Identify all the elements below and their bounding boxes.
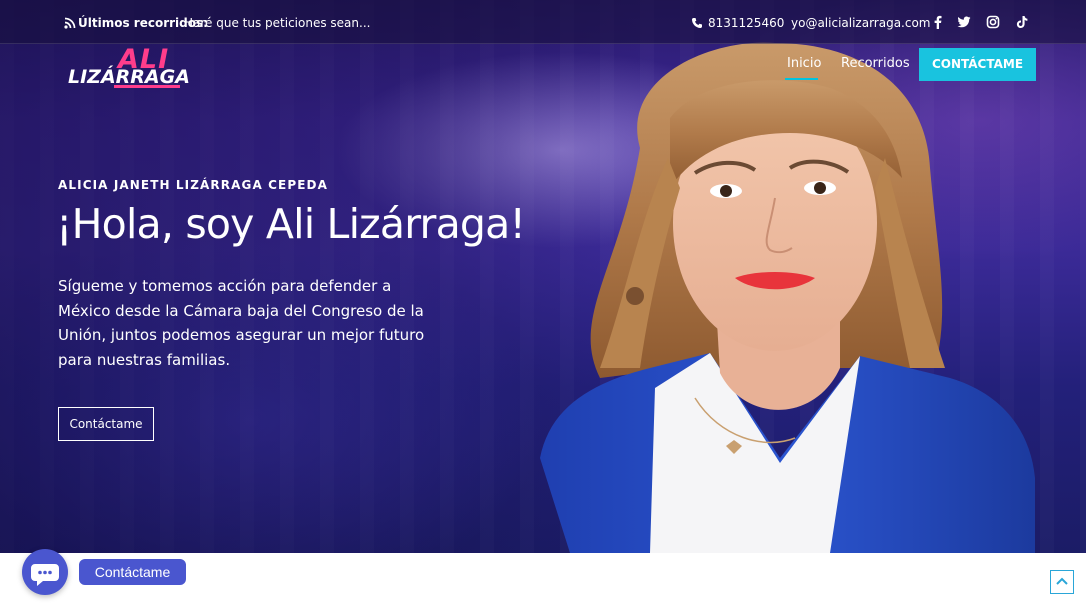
logo-underline	[114, 85, 180, 88]
hero-headline: ¡Hola, soy Ali Lizárraga!	[56, 200, 526, 248]
chat-widget-label[interactable]: Contáctame	[79, 559, 186, 585]
nav-active-indicator	[785, 78, 818, 80]
nav-item-inicio[interactable]: Inicio	[787, 56, 821, 71]
chat-icon	[31, 564, 59, 586]
scroll-to-top-button[interactable]	[1050, 570, 1074, 594]
email-link[interactable]: yo@alicializarraga.com	[791, 16, 931, 30]
chevron-up-icon	[1056, 577, 1068, 585]
chat-widget-button[interactable]	[22, 549, 68, 595]
news-ticker-link[interactable]: Haré que tus peticiones sean...	[184, 16, 370, 30]
hero-description: Sígueme y tomemos acción para defender a…	[58, 277, 425, 369]
twitter-icon[interactable]	[957, 15, 971, 29]
facebook-icon[interactable]	[931, 15, 945, 29]
phone-link[interactable]: 8131125460	[708, 16, 784, 30]
top-bar: Últimos recorridos: Haré que tus peticio…	[0, 0, 1086, 44]
candidate-portrait	[540, 42, 1035, 553]
rss-icon	[64, 17, 76, 29]
candidate-full-name: ALICIA JANETH LIZÁRRAGA CEPEDA	[58, 178, 328, 192]
nav-item-recorridos[interactable]: Recorridos	[841, 56, 910, 71]
tiktok-icon[interactable]	[1015, 15, 1029, 29]
hero-contact-button[interactable]: Contáctame	[58, 407, 154, 441]
contact-cta-button[interactable]: CONTÁCTAME	[919, 48, 1036, 81]
instagram-icon[interactable]	[986, 15, 1000, 29]
phone-icon	[692, 18, 702, 28]
site-logo[interactable]: ALI LIZÁRRAGA	[66, 44, 196, 92]
